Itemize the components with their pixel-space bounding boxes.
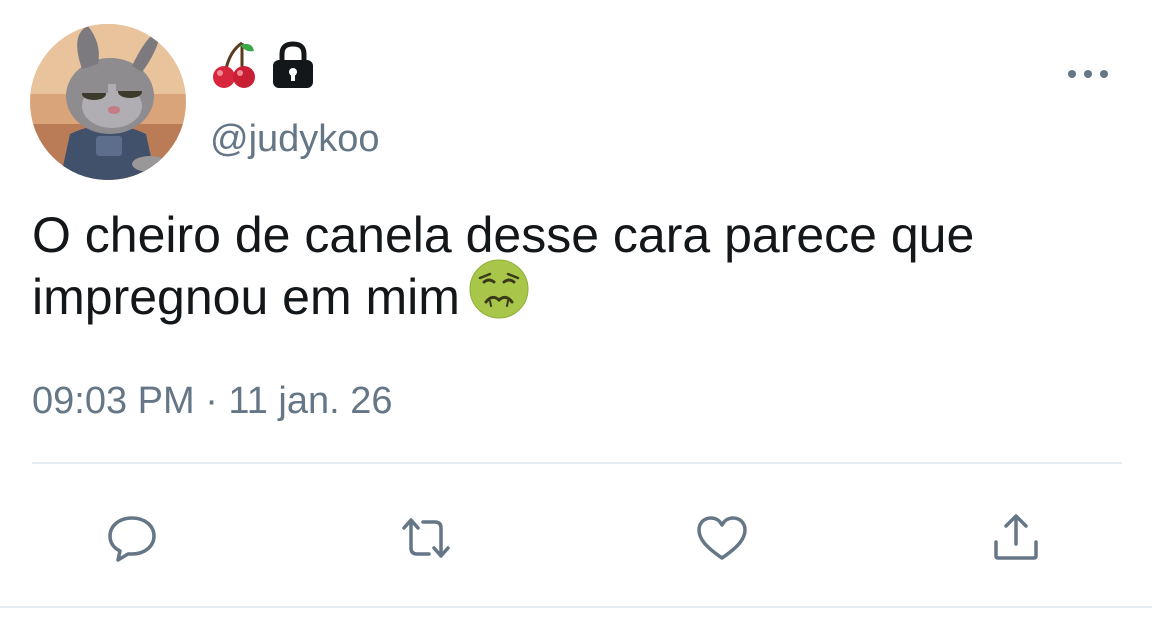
- lock-icon: [270, 40, 316, 94]
- tweet-timestamp[interactable]: 09:03 PM · 11 jan. 26: [32, 380, 393, 423]
- tweet-text-line1: O cheiro de canela desse cara parece que: [32, 207, 975, 263]
- divider: [32, 462, 1122, 464]
- divider-bottom: [0, 606, 1152, 608]
- avatar[interactable]: [30, 24, 186, 180]
- tweet-text-line2: impregnou em mim: [32, 269, 460, 325]
- display-name: [212, 40, 316, 94]
- nauseated-face-icon: [468, 258, 530, 334]
- user-handle[interactable]: @judykoo: [210, 118, 380, 161]
- avatar-image: [30, 24, 186, 180]
- retweet-icon[interactable]: [398, 510, 454, 566]
- more-options-icon[interactable]: [1068, 62, 1108, 86]
- cherries-icon: [212, 39, 256, 96]
- tweet-text: O cheiro de canela desse cara parece que…: [32, 204, 1122, 334]
- share-icon[interactable]: [988, 510, 1044, 566]
- reply-icon[interactable]: [104, 510, 160, 566]
- like-icon[interactable]: [694, 510, 750, 566]
